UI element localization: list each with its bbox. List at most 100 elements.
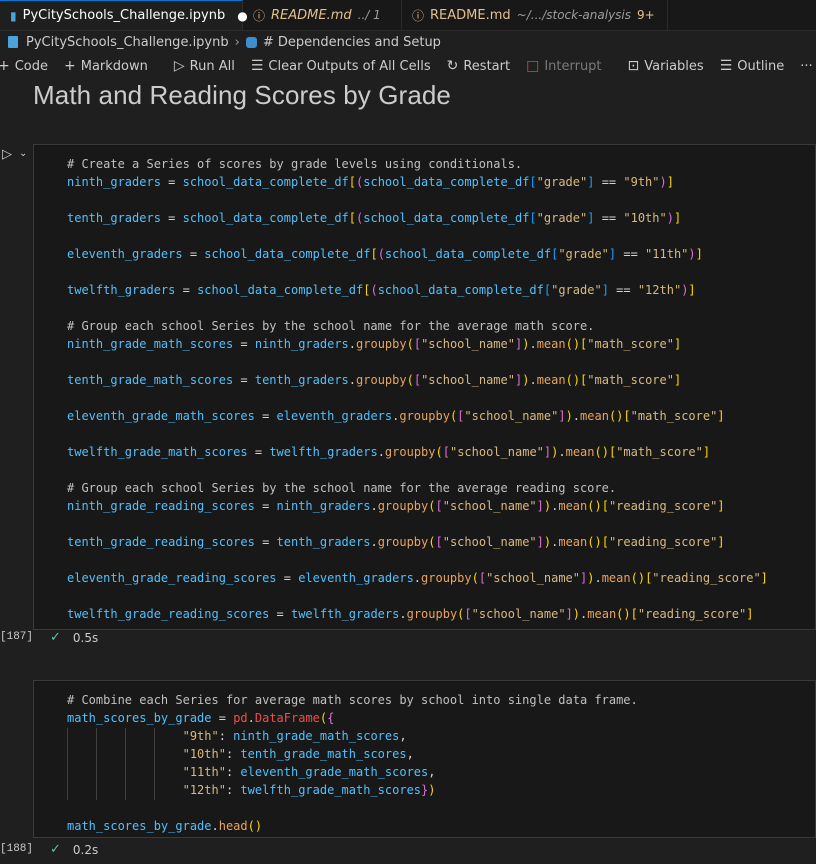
run-all-icon: ▷ (173, 58, 185, 74)
interrupt-button[interactable]: □ Interrupt (526, 58, 601, 74)
code-var: ninth_graders (254, 337, 349, 351)
restart-icon: ↻ (446, 58, 459, 74)
variables-label: Variables (644, 58, 704, 74)
code-var: tenth_graders (276, 535, 371, 549)
interrupt-label: Interrupt (544, 58, 602, 74)
stop-icon: □ (526, 58, 540, 74)
code-string: "school_name" (449, 445, 544, 459)
code-string: "12th" (182, 783, 226, 797)
code-var: tenth_graders (67, 211, 161, 225)
code-var: twelfth_graders (67, 283, 176, 297)
code-var: tenth_grade_math_scores (240, 747, 407, 761)
tab-readme-1[interactable]: ⓘ README.md ../ 1 (243, 0, 402, 30)
tab-label: README.md (271, 7, 352, 23)
variables-icon: ⊡ (627, 58, 640, 74)
code-var: school_data_complete_df (182, 175, 349, 189)
code-var: twelfth_graders (269, 445, 378, 459)
tab-bar: ▮ PyCitySchools_Challenge.ipynb ● ⓘ READ… (0, 0, 816, 31)
more-actions-button[interactable]: ··· (800, 59, 812, 74)
outline-button[interactable]: ☰ Outline (720, 58, 785, 74)
code-var: eleventh_graders (276, 409, 393, 423)
code-string: "school_name" (464, 409, 559, 423)
info-icon: ⓘ (253, 8, 266, 23)
code-var: school_data_complete_df (384, 247, 552, 261)
code-var: eleventh_grade_math_scores (240, 765, 429, 779)
code-string: "reading_score" (608, 499, 718, 513)
code-var: school_data_complete_df (363, 175, 530, 189)
execution-count: [188] (0, 843, 34, 855)
code-var: eleventh_graders (298, 571, 414, 585)
code-string: "10th" (182, 747, 226, 761)
code-editor[interactable]: # Combine each Series for average math s… (67, 691, 638, 835)
code-string: "math_score" (616, 445, 703, 459)
tab-readme-2[interactable]: ⓘ README.md ~/.../stock-analysis 9+ (402, 0, 668, 30)
code-string: "grade" (558, 247, 609, 261)
markdown-heading: Math and Reading Scores by Grade (33, 80, 451, 110)
add-markdown-label: Markdown (80, 58, 148, 74)
code-string: "11th" (182, 765, 226, 779)
tab-notebook[interactable]: ▮ PyCitySchools_Challenge.ipynb ● (0, 0, 248, 30)
cell-status: ✓ 0.2s (50, 842, 98, 857)
clear-outputs-button[interactable]: ☰ Clear Outputs of All Cells (251, 58, 431, 74)
code-var: tenth_grade_reading_scores (67, 535, 255, 549)
code-string: "grade" (536, 175, 588, 189)
notebook-toolbar: + Code + Markdown ▷ Run All ☰ Clear Outp… (0, 55, 816, 77)
code-var: twelfth_grade_reading_scores (67, 607, 270, 621)
check-icon: ✓ (50, 630, 61, 645)
notebook-icon: ▮ (10, 8, 17, 23)
tab-label: PyCitySchools_Challenge.ipynb (22, 8, 226, 23)
code-var: eleventh_grade_reading_scores (67, 571, 277, 585)
code-string: "12th" (637, 283, 682, 297)
add-code-button[interactable]: + Code (0, 58, 48, 74)
code-cell[interactable]: # Combine each Series for average math s… (33, 680, 816, 838)
breadcrumb: PyCitySchools_Challenge.ipynb › # Depend… (0, 32, 441, 52)
code-var: school_data_complete_df (363, 211, 530, 225)
code-var: ninth_graders (67, 175, 161, 189)
code-comment: # Group each school Series by the school… (67, 481, 617, 495)
code-comment: # Create a Series of scores by grade lev… (67, 157, 523, 171)
outline-label: Outline (737, 58, 785, 74)
problem-badge: 9+ (637, 8, 655, 22)
code-var: ninth_grade_math_scores (67, 337, 234, 351)
code-string: "11th" (645, 247, 689, 261)
clear-outputs-label: Clear Outputs of All Cells (268, 58, 431, 74)
chevron-down-icon[interactable]: ⌄ (19, 148, 27, 159)
execution-duration: 0.2s (72, 842, 99, 857)
tab-label: README.md (430, 7, 511, 23)
add-code-label: Code (14, 58, 49, 74)
code-var: ninth_grade_reading_scores (67, 499, 255, 513)
code-editor[interactable]: # Create a Series of scores by grade lev… (67, 155, 768, 623)
python-icon (245, 36, 257, 48)
tab-sub: ../ 1 (357, 8, 381, 22)
code-comment: # Group each school Series by the school… (67, 319, 595, 333)
restart-button[interactable]: ↻ Restart (447, 58, 510, 74)
variables-button[interactable]: ⊡ Variables (628, 58, 704, 74)
notebook-icon (8, 36, 18, 48)
breadcrumb-file[interactable]: PyCitySchools_Challenge.ipynb (26, 35, 229, 50)
plus-icon: + (64, 58, 76, 74)
code-cell[interactable]: # Create a Series of scores by grade lev… (33, 144, 816, 630)
code-var: math_scores_by_grade (67, 819, 212, 833)
add-markdown-button[interactable]: + Markdown (64, 58, 148, 74)
code-var: school_data_complete_df (182, 211, 349, 225)
code-comment: # Combine each Series for average math s… (67, 693, 638, 707)
code-var: math_scores_by_grade (67, 711, 212, 725)
code-module: pd (233, 711, 248, 725)
code-var: ninth_grade_math_scores (233, 729, 400, 743)
run-cell-icon[interactable]: ▷ (2, 147, 12, 162)
code-var: tenth_grade_math_scores (67, 373, 234, 387)
code-string: "grade" (551, 283, 602, 297)
code-function: DataFrame (254, 711, 320, 725)
breadcrumb-section[interactable]: # Dependencies and Setup (263, 35, 441, 50)
code-string: "reading_score" (608, 535, 718, 549)
chevron-right-icon: › (234, 34, 240, 50)
code-var: school_data_complete_df (197, 283, 364, 297)
code-string: "school_name" (421, 373, 515, 387)
code-string: "school_name" (486, 571, 580, 585)
code-var: tenth_graders (254, 373, 349, 387)
code-string: "reading_score" (637, 607, 747, 621)
check-icon: ✓ (50, 842, 61, 857)
code-string: "school_name" (442, 499, 537, 513)
cell-status: ✓ 0.5s (50, 630, 98, 645)
run-all-button[interactable]: ▷ Run All (174, 58, 235, 74)
